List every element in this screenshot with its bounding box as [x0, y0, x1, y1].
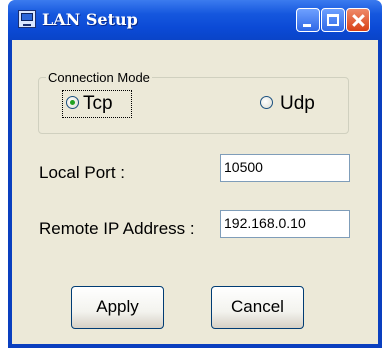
network-computer-icon [18, 10, 36, 28]
minimize-button[interactable] [296, 8, 320, 32]
remote-ip-field[interactable]: 192.168.0.10 [220, 210, 350, 238]
remote-ip-label: Remote IP Address : [39, 219, 195, 238]
connection-mode-group: Connection Mode Tcp Udp [38, 70, 349, 134]
udp-radio-button[interactable] [260, 96, 273, 109]
local-port-label: Local Port : [39, 163, 125, 182]
lan-setup-window: LAN Setup Connection Mode Tcp Udp Local … [8, 0, 382, 348]
dialog-client-area: Connection Mode Tcp Udp Local Port : 105… [12, 40, 378, 344]
window-title: LAN Setup [42, 10, 138, 29]
tcp-radio-label[interactable]: Tcp [83, 93, 113, 115]
apply-button[interactable]: Apply [71, 286, 164, 329]
maximize-button[interactable] [321, 8, 345, 32]
close-button[interactable] [346, 8, 370, 32]
udp-radio-label[interactable]: Udp [280, 93, 315, 115]
cancel-button[interactable]: Cancel [211, 286, 304, 329]
title-bar[interactable]: LAN Setup [8, 0, 382, 40]
connection-mode-legend: Connection Mode [46, 70, 152, 85]
local-port-field[interactable]: 10500 [220, 154, 350, 182]
